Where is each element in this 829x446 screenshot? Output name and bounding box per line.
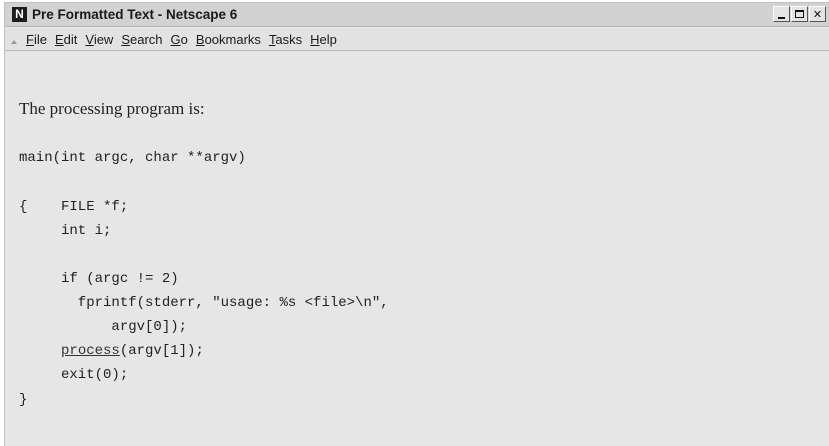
code-line: exit(0);: [19, 367, 129, 383]
toolbar-grip-icon[interactable]: [11, 40, 17, 44]
close-button[interactable]: ✕: [809, 6, 826, 22]
menu-file[interactable]: File: [22, 32, 51, 47]
menu-search[interactable]: Search: [117, 32, 166, 47]
intro-paragraph: The processing program is:: [19, 99, 205, 118]
window-controls: ✕: [773, 6, 826, 22]
maximize-icon: [795, 10, 804, 18]
netscape-logo-icon: N: [12, 7, 27, 22]
maximize-button[interactable]: [791, 6, 808, 22]
code-line: fprintf(stderr, "usage: %s <file>\n",: [19, 295, 389, 311]
close-icon: ✕: [812, 7, 823, 21]
code-line: int i;: [19, 223, 112, 239]
process-link[interactable]: process: [61, 343, 120, 359]
menu-go[interactable]: Go: [167, 32, 192, 47]
menu-bar: File Edit View Search Go Bookmarks Tasks…: [5, 29, 829, 51]
code-line: if (argc != 2): [19, 271, 179, 287]
code-line: { FILE *f;: [19, 199, 129, 215]
menu-view[interactable]: View: [81, 32, 117, 47]
code-line: main(int argc, char **argv): [19, 150, 246, 166]
browser-window: N Pre Formatted Text - Netscape 6 ✕ File…: [4, 2, 829, 446]
code-line: }: [19, 392, 28, 408]
menu-bookmarks[interactable]: Bookmarks: [192, 32, 265, 47]
code-line: process(argv[1]);: [61, 343, 204, 359]
minimize-button[interactable]: [773, 6, 790, 22]
menu-help[interactable]: Help: [306, 32, 341, 47]
window-title: Pre Formatted Text - Netscape 6: [32, 7, 238, 22]
minimize-icon: [778, 16, 785, 19]
code-line: argv[0]);: [19, 319, 188, 335]
page-content: The processing program is: main(int argc…: [5, 52, 829, 446]
menu-edit[interactable]: Edit: [51, 32, 81, 47]
title-bar[interactable]: N Pre Formatted Text - Netscape 6 ✕: [5, 3, 829, 27]
menu-tasks[interactable]: Tasks: [265, 32, 306, 47]
